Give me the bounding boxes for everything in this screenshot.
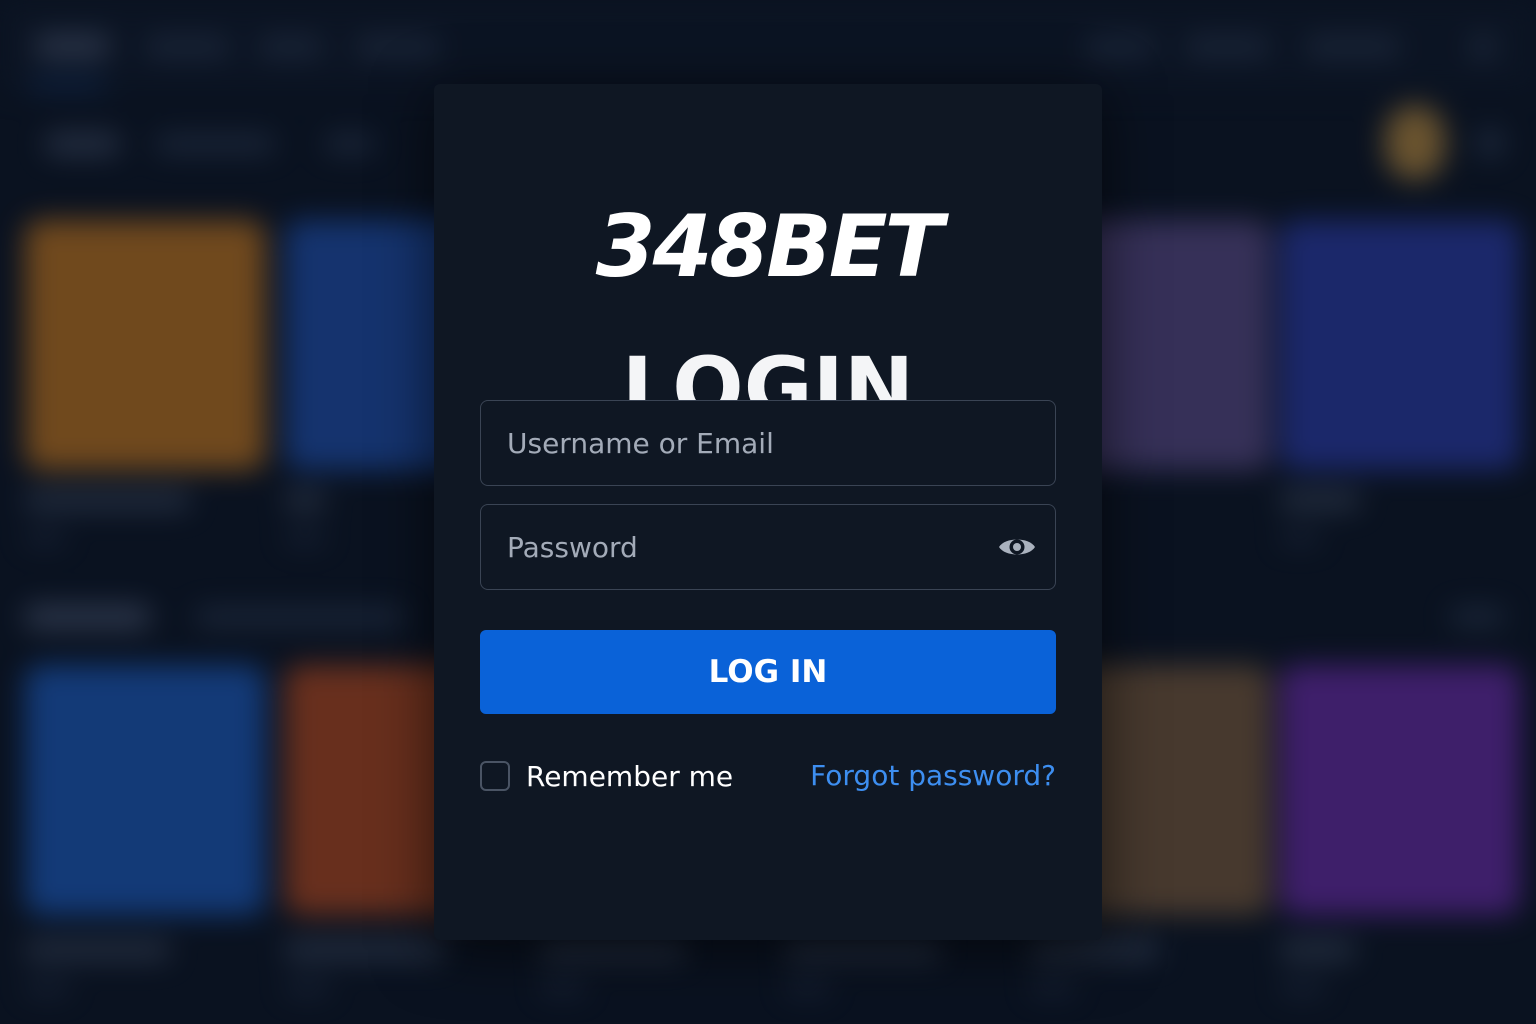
eye-icon[interactable] xyxy=(997,529,1037,565)
background-top-bar xyxy=(0,0,1536,90)
login-button[interactable]: LOG IN xyxy=(480,630,1056,714)
background-avatar xyxy=(1385,105,1445,180)
brand-logo: 348BET xyxy=(595,197,943,297)
forgot-password-link[interactable]: Forgot password? xyxy=(810,758,1056,794)
remember-me-label: Remember me xyxy=(526,759,734,793)
username-input[interactable] xyxy=(507,401,987,485)
password-field[interactable] xyxy=(480,504,1056,590)
remember-me-option[interactable]: Remember me xyxy=(480,758,733,794)
remember-me-checkbox[interactable] xyxy=(480,761,510,791)
password-input[interactable] xyxy=(507,505,987,589)
username-field[interactable] xyxy=(480,400,1056,486)
